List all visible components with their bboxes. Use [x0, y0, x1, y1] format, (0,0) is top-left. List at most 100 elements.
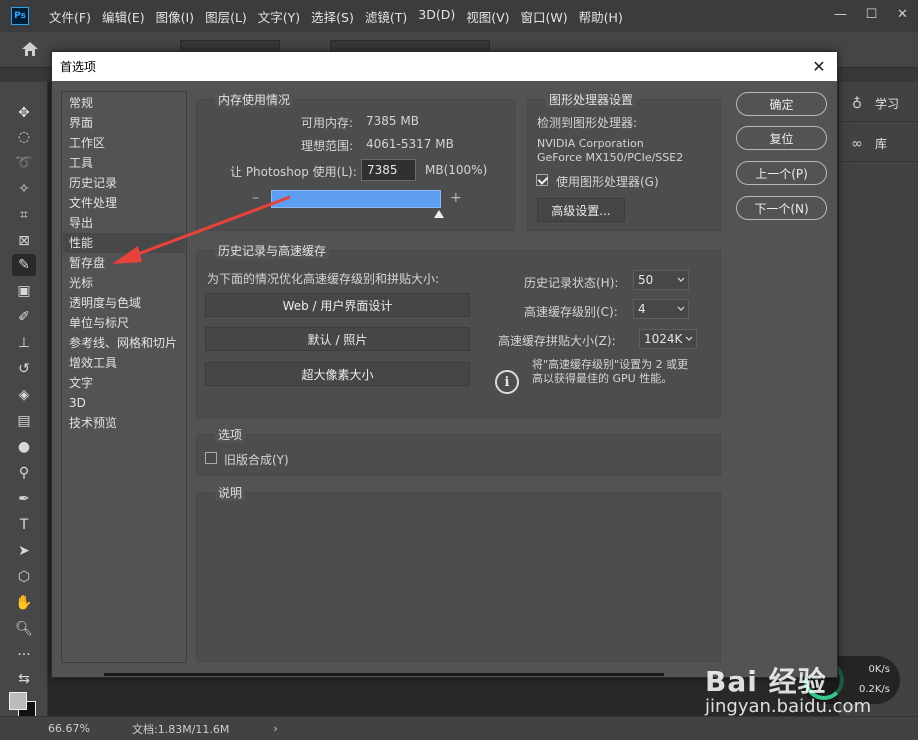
menu-type[interactable]: 文字(Y)	[258, 7, 300, 26]
info-icon: i	[495, 370, 519, 394]
zoom-tool-icon[interactable]: 🔍︎	[12, 618, 36, 640]
memory-slider-thumb[interactable]	[434, 210, 444, 218]
nav-item-tools[interactable]: 工具	[63, 153, 185, 173]
memory-decrease-icon[interactable]: –	[252, 190, 259, 206]
gradient-tool-icon[interactable]: ▤	[12, 410, 36, 432]
photoshop-logo-icon: Ps	[11, 7, 29, 25]
menu-3d[interactable]: 3D(D)	[418, 7, 455, 26]
menu-window[interactable]: 窗口(W)	[521, 7, 568, 26]
type-tool-icon[interactable]: T	[12, 514, 36, 536]
nav-item-type[interactable]: 文字	[63, 373, 185, 393]
nav-item-file-handling[interactable]: 文件处理	[63, 193, 185, 213]
gpu-model: GeForce MX150/PCIe/SSE2	[537, 151, 684, 164]
preset-huge-pixel-button[interactable]: 超大像素大小	[205, 362, 470, 386]
advanced-settings-button[interactable]: 高级设置...	[537, 198, 625, 222]
menu-view[interactable]: 视图(V)	[466, 7, 509, 26]
maximize-icon[interactable]: ☐	[856, 0, 887, 28]
nav-item-export[interactable]: 导出	[63, 213, 185, 233]
foreground-color-swatch[interactable]	[9, 692, 27, 710]
dodge-tool-icon[interactable]: ⚲	[12, 462, 36, 484]
nav-item-interface[interactable]: 界面	[63, 113, 185, 133]
nav-item-scratch-disks[interactable]: 暂存盘	[63, 253, 185, 273]
nav-item-general[interactable]: 常规	[63, 93, 185, 113]
ideal-range-label: 理想范围:	[301, 139, 354, 153]
cache-levels-select[interactable]: 4	[633, 299, 689, 319]
lightbulb-icon: ♁	[851, 95, 863, 112]
gpu-group-title: 图形处理器设置	[546, 91, 637, 108]
nav-item-plugins[interactable]: 增效工具	[63, 353, 185, 373]
use-gpu-label: 使用图形处理器(G)	[556, 175, 659, 189]
lasso-tool-icon[interactable]: ➰	[12, 152, 36, 174]
previous-button[interactable]: 上一个(P)	[736, 161, 827, 185]
cache-tile-size-label: 高速缓存拼贴大小(Z):	[498, 334, 616, 348]
reset-button[interactable]: 复位	[736, 126, 827, 150]
memory-increase-icon[interactable]: +	[450, 190, 462, 206]
nav-item-transparency[interactable]: 透明度与色域	[63, 293, 185, 313]
window-close-icon[interactable]: ✕	[887, 0, 918, 28]
memory-unit-label: MB(100%)	[425, 163, 488, 177]
upload-speed: 0K/s	[868, 664, 891, 675]
next-button[interactable]: 下一个(N)	[736, 196, 827, 220]
watermark-url: jingyan.baidu.com	[705, 696, 872, 717]
eraser-tool-icon[interactable]: ◈	[12, 384, 36, 406]
gpu-vendor: NVIDIA Corporation	[537, 137, 644, 150]
preset-web-ui-button[interactable]: Web / 用户界面设计	[205, 293, 470, 317]
menu-help[interactable]: 帮助(H)	[579, 7, 623, 26]
nav-item-tech-previews[interactable]: 技术预览	[63, 413, 185, 433]
menu-select[interactable]: 选择(S)	[311, 7, 354, 26]
close-icon[interactable]: ✕	[809, 56, 829, 76]
nav-item-units-rulers[interactable]: 单位与标尺	[63, 313, 185, 333]
nav-item-workspace[interactable]: 工作区	[63, 133, 185, 153]
ok-button[interactable]: 确定	[736, 92, 827, 116]
preferences-category-list: 常规 界面 工作区 工具 历史记录 文件处理 导出 性能 暂存盘 光标 透明度与…	[61, 91, 187, 663]
dialog-title: 首选项	[60, 60, 97, 74]
menu-edit[interactable]: 编辑(E)	[102, 7, 145, 26]
use-gpu-checkbox[interactable]	[536, 174, 548, 186]
legacy-compositing-checkbox[interactable]	[205, 452, 217, 464]
path-select-tool-icon[interactable]: ➤	[12, 540, 36, 562]
menu-file[interactable]: 文件(F)	[49, 7, 91, 26]
brush-tool-icon[interactable]: ✐	[12, 306, 36, 328]
magic-wand-tool-icon[interactable]: ✧	[12, 178, 36, 200]
more-tools-icon[interactable]: ···	[12, 644, 36, 666]
status-bar: 66.67% 文档:1.83M/11.6M ›	[0, 716, 918, 740]
swap-colors-icon[interactable]: ⇆	[12, 668, 36, 690]
nav-item-history[interactable]: 历史记录	[63, 173, 185, 193]
menu-filter[interactable]: 滤镜(T)	[365, 7, 407, 26]
shape-tool-icon[interactable]: ⬡	[12, 566, 36, 588]
learn-panel-button[interactable]: ♁ 学习	[839, 86, 918, 122]
pen-tool-icon[interactable]: ✒	[12, 488, 36, 510]
move-tool-icon[interactable]: ✥	[12, 102, 36, 124]
frame-tool-icon[interactable]: ⊠	[12, 230, 36, 252]
learn-panel-label: 学习	[875, 97, 900, 111]
crop-tool-icon[interactable]: ⌗	[12, 204, 36, 226]
nav-item-3d[interactable]: 3D	[63, 393, 185, 413]
history-brush-tool-icon[interactable]: ↺	[12, 358, 36, 380]
status-menu-arrow-icon[interactable]: ›	[273, 722, 277, 735]
hand-tool-icon[interactable]: ✋	[12, 592, 36, 614]
available-ram-label: 可用内存:	[301, 116, 354, 130]
window-controls: — ☐ ✕	[825, 0, 918, 32]
memory-slider-track[interactable]	[271, 190, 441, 208]
cache-tile-size-select[interactable]: 1024K	[639, 329, 697, 349]
history-states-select[interactable]: 50	[633, 270, 689, 290]
dialog-titlebar: 首选项 ✕	[52, 52, 837, 81]
healing-tool-icon[interactable]: ▣	[12, 280, 36, 302]
memory-amount-input[interactable]: 7385	[361, 159, 416, 181]
zoom-level[interactable]: 66.67%	[48, 722, 128, 735]
home-icon[interactable]	[22, 42, 38, 56]
eyedropper-tool-icon[interactable]: ✎	[12, 254, 36, 276]
menu-image[interactable]: 图像(I)	[156, 7, 194, 26]
nav-item-performance[interactable]: 性能	[63, 233, 185, 253]
right-panel: ♁ 学习 ∞ 库	[838, 82, 918, 716]
nav-item-cursors[interactable]: 光标	[63, 273, 185, 293]
minimize-icon[interactable]: —	[825, 0, 856, 28]
blur-tool-icon[interactable]: ●	[12, 436, 36, 458]
preset-default-photos-button[interactable]: 默认 / 照片	[205, 327, 470, 351]
available-ram-value: 7385 MB	[366, 114, 419, 128]
menu-layer[interactable]: 图层(L)	[205, 7, 247, 26]
marquee-tool-icon[interactable]: ◌	[12, 126, 36, 148]
stamp-tool-icon[interactable]: ⊥	[12, 332, 36, 354]
library-panel-button[interactable]: ∞ 库	[839, 126, 918, 162]
nav-item-guides-grid[interactable]: 参考线、网格和切片	[63, 333, 185, 353]
